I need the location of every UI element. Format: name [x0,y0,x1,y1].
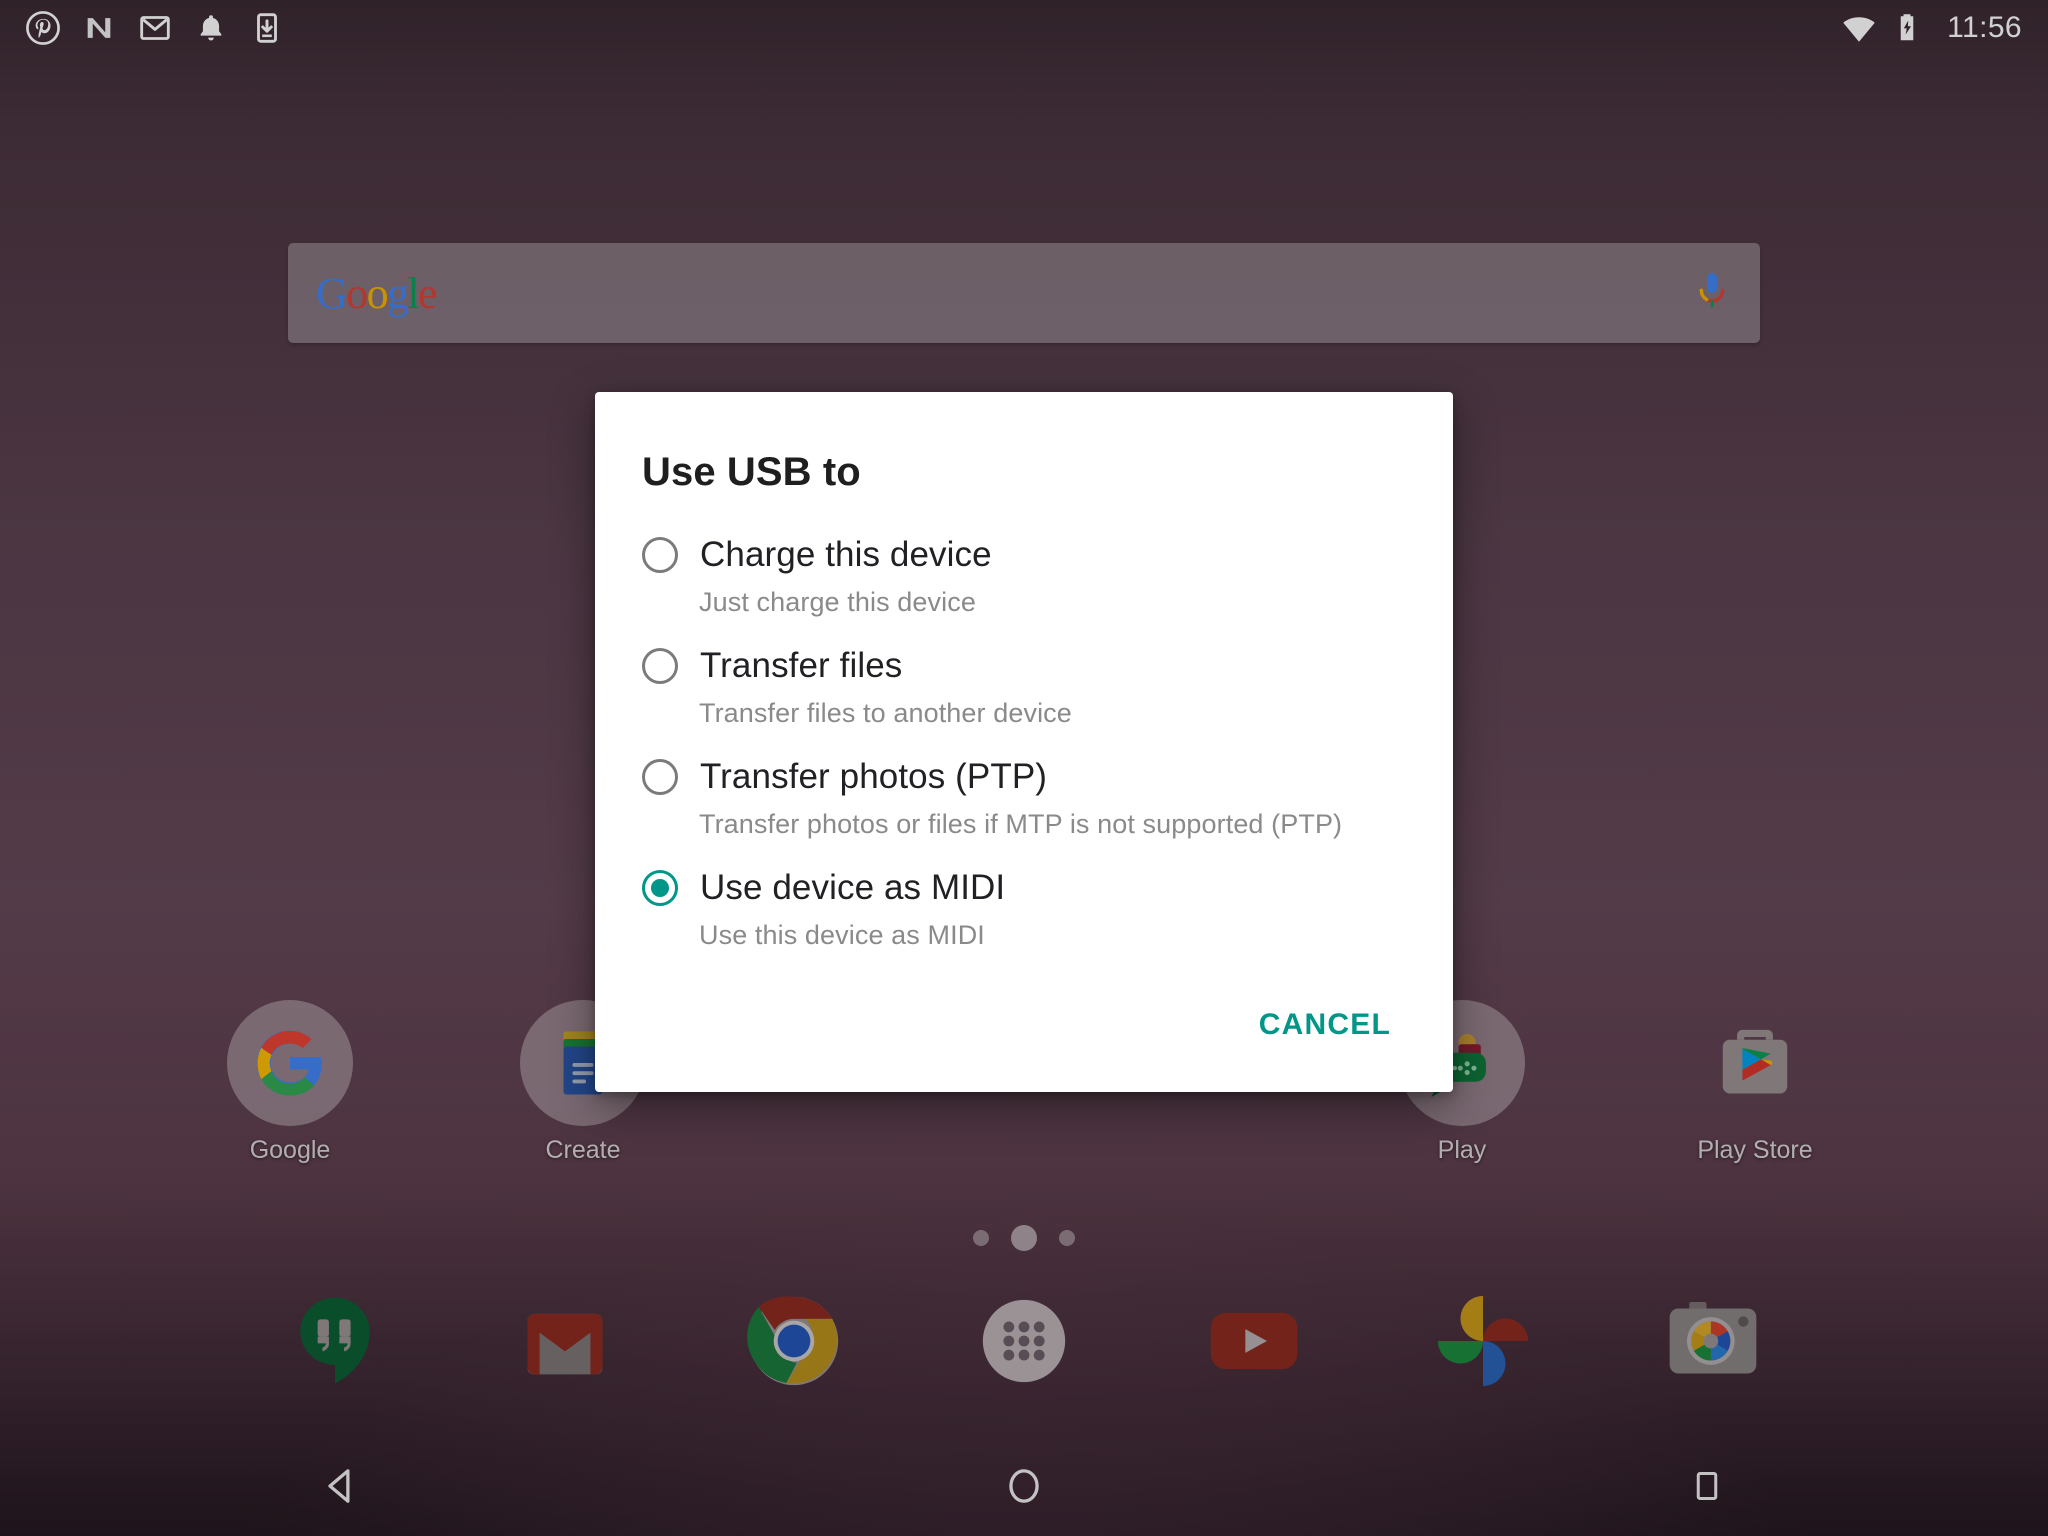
radio-option-description: Transfer photos or files if MTP is not s… [699,809,1343,839]
radio-option-description: Use this device as MIDI [699,920,985,950]
usb-mode-radio-group: Charge this device Just charge this devi… [595,495,1453,992]
radio-option-description: Just charge this device [699,587,976,617]
dialog-action-bar: CANCEL [595,992,1453,1092]
radio-button-unchecked[interactable] [642,648,678,684]
radio-option-label: Use device as MIDI [700,868,1006,907]
radio-option-label: Transfer photos (PTP) [700,757,1048,796]
radio-option-description: Transfer files to another device [699,698,1072,728]
radio-button-unchecked[interactable] [642,759,678,795]
radio-option-label: Charge this device [700,535,992,574]
radio-option-transfer-photos-ptp[interactable]: Transfer photos (PTP) Transfer photos or… [595,757,1453,840]
radio-option-label: Transfer files [700,646,903,685]
radio-option-use-device-as-midi[interactable]: Use device as MIDI Use this device as MI… [595,868,1453,951]
use-usb-dialog: Use USB to Charge this device Just charg… [595,392,1453,1092]
dialog-title: Use USB to [642,450,861,494]
cancel-button[interactable]: CANCEL [1237,992,1413,1058]
radio-option-transfer-files[interactable]: Transfer files Transfer files to another… [595,646,1453,729]
radio-button-unchecked[interactable] [642,537,678,573]
radio-option-charge-this-device[interactable]: Charge this device Just charge this devi… [595,535,1453,618]
radio-button-checked[interactable] [642,870,678,906]
